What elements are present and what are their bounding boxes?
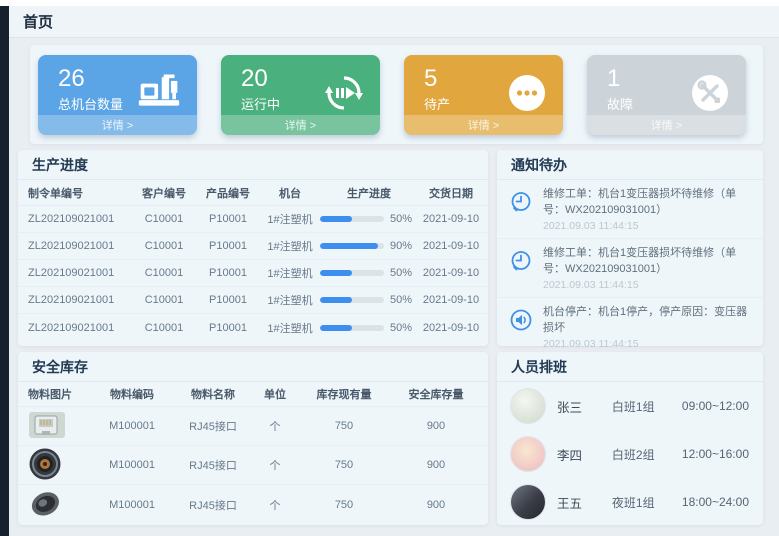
col-current-stock: 库存现有量 [298,386,390,402]
col-safety-stock: 安全库存量 [390,386,482,402]
timestamp: 2021.09.03 11:44:15 [543,279,751,291]
table-row: ZL202109021001 C10001 P10001 1#注塑机 50% 2… [18,287,488,314]
col-material-image: 物料图片 [28,386,90,402]
card-details-link[interactable]: 详情 > [404,115,563,135]
staff-row: 王五 夜班1组 18:00~24:00 [497,478,763,526]
table-row: M100001 RJ45接口 个 750 900 [18,446,488,485]
panel-title: 人员排班 [497,352,763,382]
notification-item[interactable]: 维修工单：机台1变压器损坏待维修（单号：WX202109031001） 2021… [497,180,763,239]
table-row: ZL202109021001 C10001 P10001 1#注塑机 50% 2… [18,314,488,341]
col-material-code: 物料编码 [90,386,174,402]
progress-bar: 50% [320,322,418,334]
progress-bar: 50% [320,267,418,279]
progress-bar: 90% [320,240,418,252]
sidebar-strip [0,6,9,536]
card-details-link[interactable]: 详情 > [38,115,197,135]
progress-bar: 50% [320,213,418,225]
col-material-name: 物料名称 [174,386,252,402]
page-title[interactable]: 首页 [23,11,53,32]
timestamp: 2021.09.03 11:44:15 [543,220,751,232]
col-order-no: 制令单编号 [28,185,132,201]
avatar [511,485,545,519]
rj45-connector-photo [28,410,90,443]
table-row: ZL202109021001 C10001 P10001 1#注塑机 50% 2… [18,206,488,233]
timestamp: 2021.09.03 11:44:15 [543,338,751,350]
col-progress: 生产进度 [320,185,418,201]
notification-item[interactable]: 维修工单：机台1变压器损坏待维修（单号：WX202109031001） 2021… [497,239,763,298]
stat-card-waiting[interactable]: 5 待产 详情 > [404,55,563,135]
table-row: ZL202109021001 C10001 P10001 1#注塑机 90% 2… [18,233,488,260]
fault-tools-icon [690,73,730,118]
staff-schedule-panel: 人员排班 张三 白班1组 09:00~12:00 李四 白班2组 12:00~1… [497,352,763,525]
production-progress-panel: 生产进度 制令单编号 客户编号 产品编号 机台 生产进度 交货日期 ZL2021… [18,150,488,346]
speaker-angle-photo [28,486,90,523]
safety-stock-panel: 安全库存 物料图片 物料编码 物料名称 单位 库存现有量 安全库存量 M1000… [18,352,488,525]
col-product: 产品编号 [196,185,260,201]
panel-title: 安全库存 [18,352,488,382]
stat-card-total-machines[interactable]: 26 总机台数量 详情 > [38,55,197,135]
inventory-table-header: 物料图片 物料编码 物料名称 单位 库存现有量 安全库存量 [18,382,488,407]
table-row: M100001 RJ45接口 个 750 900 [18,407,488,446]
stat-card-running[interactable]: 20 运行中 详情 > [221,55,380,135]
table-row: M100001 RJ45接口 个 750 900 [18,485,488,524]
clock-icon [509,249,535,291]
avatar [511,437,545,471]
notification-body: 机台停产：机台1停产，停产原因：变压器损坏 2021.09.03 11:44:1… [543,305,751,350]
notifications-panel: 通知待办 维修工单：机台1变压器损坏待维修（单号：WX202109031001）… [497,150,763,346]
production-table-header: 制令单编号 客户编号 产品编号 机台 生产进度 交货日期 [18,180,488,206]
col-delivery: 交货日期 [418,185,484,201]
notification-item[interactable]: 机台停产：机台1停产，停产原因：变压器损坏 2021.09.03 11:44:1… [497,298,763,357]
staff-row: 张三 白班1组 09:00~12:00 [497,382,763,430]
waiting-icon [507,73,547,118]
machine-icon [137,73,181,114]
notification-body: 维修工单：机台1变压器损坏待维修（单号：WX202109031001） 2021… [543,187,751,232]
col-customer: 客户编号 [132,185,196,201]
header-bar: 首页 [9,6,779,38]
avatar [511,389,545,423]
col-machine: 机台 [260,185,320,201]
speaker-front-photo [28,447,90,484]
stat-cards-panel: 26 总机台数量 详情 > 20 运行中 [30,45,763,144]
clock-icon [509,190,535,232]
card-details-link[interactable]: 详情 > [587,115,746,135]
card-details-link[interactable]: 详情 > [221,115,380,135]
table-row: ZL202109021001 C10001 P10001 1#注塑机 50% 2… [18,260,488,287]
notification-body: 维修工单：机台1变压器损坏待维修（单号：WX202109031001） 2021… [543,246,751,291]
col-unit: 单位 [252,386,298,402]
panel-title: 生产进度 [18,150,488,180]
running-icon [324,73,364,118]
progress-bar: 50% [320,294,418,306]
stat-card-fault[interactable]: 1 故障 详情 > [587,55,746,135]
panel-title: 通知待办 [497,150,763,180]
staff-row: 李四 白班2组 12:00~16:00 [497,430,763,478]
speaker-icon [509,308,535,350]
